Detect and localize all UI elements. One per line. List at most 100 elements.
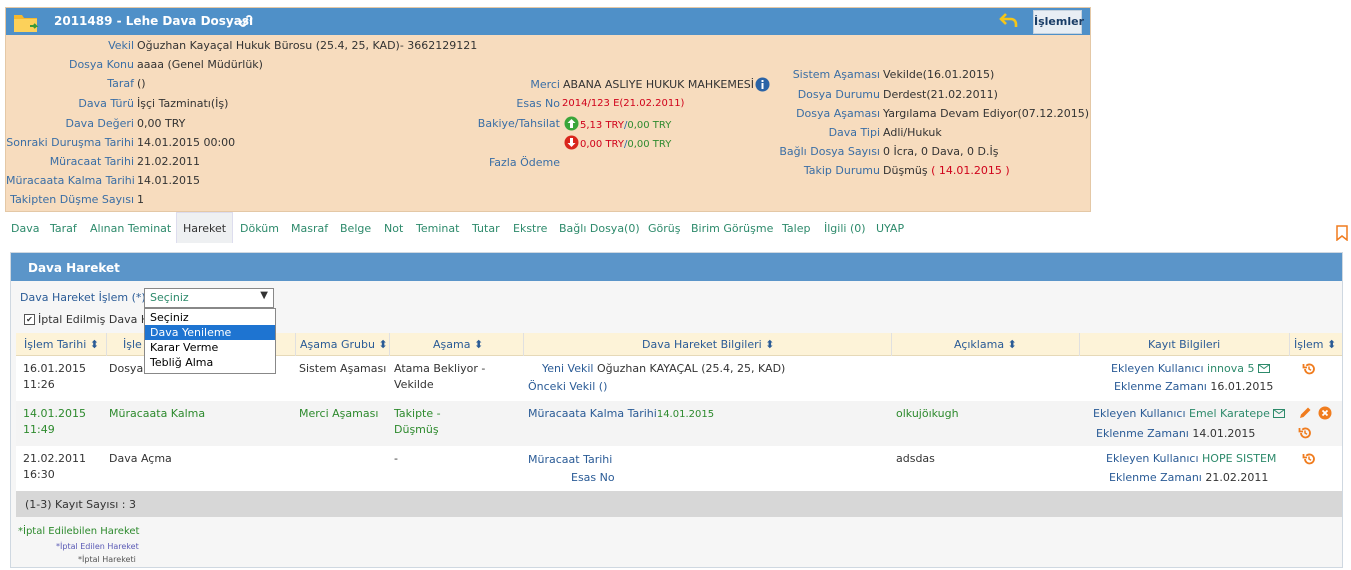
row-group: Sistem Aşaması	[299, 362, 387, 375]
col-islem-turu[interactable]: İşle	[123, 338, 142, 351]
row-stage: Takipte -	[394, 407, 441, 420]
time-label: Eklenme Zamanı	[1114, 380, 1207, 393]
info-label: Önceki Vekil	[528, 380, 596, 393]
row-time: 11:49	[23, 423, 55, 436]
tab-tutar[interactable]: Tutar	[472, 222, 500, 235]
row-time: 16:30	[23, 468, 55, 481]
history-icon[interactable]	[1302, 452, 1316, 466]
field-value: Yargılama Devam Ediyor(07.12.2015)	[883, 107, 1090, 120]
balance-up-total: 0,00 TRY	[627, 120, 672, 131]
action-select[interactable]: Seçiniz ▼	[144, 288, 274, 308]
col-asama-grubu[interactable]: Aşama Grubu ⬍	[300, 338, 388, 351]
field-value: Düşmüş	[883, 164, 928, 177]
col-islem-tarihi[interactable]: İşlem Tarihi ⬍	[24, 338, 99, 351]
tab-ekstre[interactable]: Ekstre	[513, 222, 547, 235]
row-stage: -	[394, 452, 398, 465]
edit-icon[interactable]	[1298, 406, 1312, 420]
field-value: 0 İcra, 0 Dava, 0 D.İş	[883, 145, 999, 158]
mail-icon[interactable]	[1273, 409, 1286, 418]
field-label: Bağlı Dosya Sayısı	[779, 145, 880, 158]
tab-talep[interactable]: Talep	[782, 222, 810, 235]
row-stage: Atama Bekliyor -	[394, 362, 486, 375]
option[interactable]: Tebliğ Alma	[145, 355, 275, 370]
checkbox-label: İptal Edilmiş Dava H	[38, 313, 150, 326]
tab-masraf[interactable]: Masraf	[291, 222, 328, 235]
cancelled-checkbox[interactable]: ✔	[24, 314, 35, 325]
tab-gorus[interactable]: Görüş	[648, 222, 680, 235]
field-value: 14.01.2015	[137, 174, 200, 187]
tab-dokum[interactable]: Döküm	[240, 222, 279, 235]
history-icon[interactable]	[1298, 426, 1312, 440]
option-selected[interactable]: Dava Yenileme	[145, 325, 275, 340]
row-type: Dava Açma	[109, 452, 172, 465]
tab-ilgili[interactable]: İlgili (0)	[824, 222, 866, 235]
chevron-down-icon: ▼	[260, 290, 268, 301]
added-date: 14.01.2015	[1192, 427, 1256, 440]
col-aciklama[interactable]: Açıklama ⬍	[954, 338, 1017, 351]
field-value: 0,00 TRY	[137, 117, 186, 130]
delete-icon[interactable]	[1318, 406, 1332, 420]
row-description: olkujöıkugh	[896, 407, 959, 420]
tab-not[interactable]: Not	[384, 222, 403, 235]
tab-hareket[interactable]: Hareket	[176, 212, 234, 243]
user-name: innova 5	[1207, 362, 1255, 375]
field-value: Vekilde(16.01.2015)	[883, 68, 995, 81]
row-stage-2: Vekilde	[394, 378, 434, 391]
field-label: Müracaata Kalma Tarihi	[6, 174, 135, 187]
col-hareket-bilgileri[interactable]: Dava Hareket Bilgileri ⬍	[642, 338, 774, 351]
field-value: İşçi Tazminatı(İş)	[137, 97, 229, 110]
balance-up-amount: 5,13 TRY	[580, 120, 624, 131]
legend-cancelable: *İptal Edilebilen Hareket	[18, 526, 140, 537]
field-label: Takipten Düşme Sayısı	[10, 193, 134, 206]
status-date: ( 14.01.2015 )	[931, 164, 1010, 177]
tab-bagli-dosya[interactable]: Bağlı Dosya(0)	[559, 222, 640, 235]
row-date: 16.01.2015	[23, 362, 86, 375]
option[interactable]: Karar Verme	[145, 340, 275, 355]
user-label: Ekleyen Kullanıcı	[1106, 452, 1199, 465]
field-value: aaaa (Genel Müdürlük)	[137, 58, 263, 71]
field-value: 1	[137, 193, 144, 206]
added-date: 21.02.2011	[1205, 471, 1269, 484]
mail-icon[interactable]	[1258, 364, 1270, 373]
info-value: ()	[598, 380, 608, 393]
field-label: Dosya Konu	[68, 58, 134, 71]
actions-button[interactable]: İşlemler	[1033, 10, 1084, 34]
tab-dava[interactable]: Dava	[11, 222, 39, 235]
bookmark-icon[interactable]	[1336, 225, 1348, 241]
history-icon[interactable]	[1302, 362, 1316, 376]
back-arrow-icon[interactable]	[999, 11, 1019, 29]
info-value: Oğuzhan KAYAÇAL (25.4, 25, KAD)	[596, 362, 786, 375]
tab-belge[interactable]: Belge	[340, 222, 371, 235]
row-date: 21.02.2011	[23, 452, 86, 465]
field-label: Sistem Aşaması	[792, 68, 880, 81]
field-label: Takip Durumu	[803, 164, 880, 177]
field-value: Derdest(21.02.2011)	[883, 88, 998, 101]
merci-label: Merci	[530, 78, 560, 91]
tab-alinan-teminat[interactable]: Alınan Teminat	[90, 222, 171, 235]
field-label: Dava Tipi	[828, 126, 880, 139]
file-summary-card: 2011489 - Lehe Dava Dosyası İşlemler Vek…	[5, 7, 1091, 212]
table-row: 21.02.2011 16:30 Dava Açma - Müracaat Ta…	[16, 446, 1342, 491]
tab-birim-gorusme[interactable]: Birim Görüşme	[691, 222, 773, 235]
balance-down-amount: 0,00 TRY	[580, 139, 624, 150]
field-label: Müracaat Tarihi	[49, 155, 134, 168]
dava-hareket-panel: Dava Hareket Dava Hareket İşlem (*) Seçi…	[10, 252, 1343, 568]
balance-down-total: 0,00 TRY	[627, 139, 672, 150]
tab-uyap[interactable]: UYAP	[876, 222, 904, 235]
info-label: Yeni Vekil	[542, 362, 594, 375]
col-asama[interactable]: Aşama ⬍	[433, 338, 483, 351]
link-icon[interactable]	[239, 14, 253, 28]
option[interactable]: Seçiniz	[145, 310, 275, 325]
field-label: Sonraki Duruşma Tarihi	[6, 136, 134, 149]
col-islem[interactable]: İşlem ⬍	[1294, 338, 1336, 351]
tab-teminat[interactable]: Teminat	[416, 222, 459, 235]
row-time: 11:26	[23, 378, 55, 391]
field-label: Dava Değeri	[65, 117, 134, 130]
info-label: Esas No	[571, 471, 615, 484]
col-kayit-bilgileri: Kayıt Bilgileri	[1148, 338, 1221, 351]
user-label: Ekleyen Kullanıcı	[1111, 362, 1204, 375]
field-label: Taraf	[107, 77, 134, 90]
row-date: 14.01.2015	[23, 407, 86, 420]
tab-taraf[interactable]: Taraf	[50, 222, 77, 235]
field-value: 14.01.2015 00:00	[137, 136, 236, 149]
